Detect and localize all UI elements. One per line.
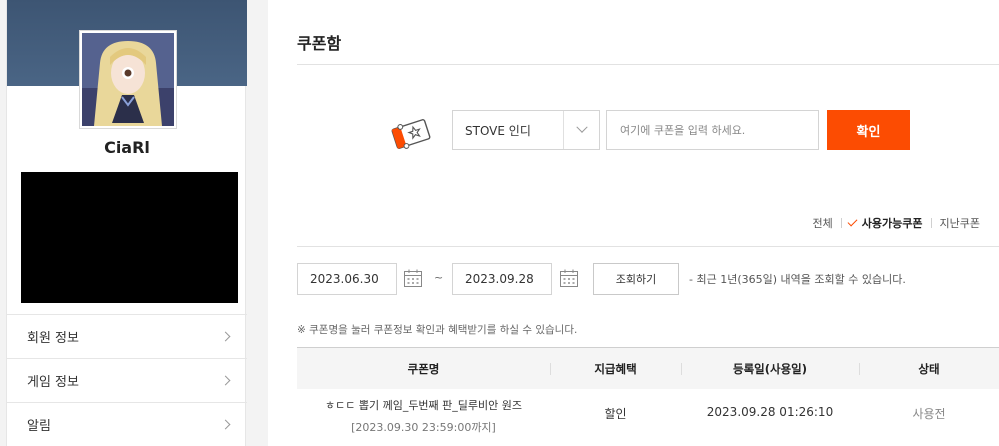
coupon-table: 쿠폰명 지급혜택 등록일(사용일) 상태 ㅎㄷㄷ 뽑기 께임_두번째 판_딜루비… bbox=[297, 347, 999, 439]
menu-item-label: 게임 정보 bbox=[27, 375, 79, 390]
tab-available-label: 사용가능쿠폰 bbox=[861, 217, 923, 230]
column-header: 등록일(사용일) bbox=[681, 361, 859, 377]
end-date-field[interactable]: 2023.09.28 bbox=[452, 263, 552, 295]
menu-item-game-info[interactable]: 게임 정보 bbox=[7, 358, 247, 402]
chevron-down-icon[interactable] bbox=[563, 111, 599, 149]
ticket-icon bbox=[391, 119, 431, 149]
search-button[interactable]: 조회하기 bbox=[593, 263, 679, 295]
search-note: - 최근 1년(365일) 내역을 조회할 수 있습니다. bbox=[689, 273, 906, 286]
divider bbox=[930, 218, 932, 228]
calendar-icon[interactable] bbox=[559, 268, 579, 288]
coupon-filter-tabs: 전체 사용가능쿠폰 지난쿠폰 bbox=[813, 215, 980, 231]
chevron-right-icon bbox=[220, 331, 231, 342]
table-header: 쿠폰명 지급혜택 등록일(사용일) 상태 bbox=[297, 347, 999, 389]
menu-item-notifications[interactable]: 알림 bbox=[7, 402, 247, 446]
profile-card: CiaRl 회원 정보 게임 정보 알림 bbox=[6, 0, 247, 446]
profile-menu: 회원 정보 게임 정보 알림 bbox=[7, 314, 247, 446]
tab-past[interactable]: 지난쿠폰 bbox=[940, 215, 980, 231]
column-header: 상태 bbox=[859, 361, 999, 377]
table-row: ㅎㄷㄷ 뽑기 께임_두번째 판_딜루비안 원즈 [2023.09.30 23:5… bbox=[297, 389, 999, 439]
tab-available[interactable]: 사용가능쿠폰 bbox=[847, 215, 923, 231]
tab-all[interactable]: 전체 bbox=[813, 215, 833, 231]
confirm-button[interactable]: 확인 bbox=[827, 110, 910, 150]
username: CiaRl bbox=[104, 138, 150, 157]
store-select[interactable]: STOVE 인디 bbox=[452, 110, 600, 150]
coupon-expiry: [2023.09.30 23:59:00까지] bbox=[351, 421, 496, 434]
coupon-name-cell[interactable]: ㅎㄷㄷ 뽑기 께임_두번째 판_딜루비안 원즈 [2023.09.30 23:5… bbox=[297, 397, 550, 435]
divider bbox=[840, 218, 842, 228]
coupon-registered-date: 2023.09.28 01:26:10 bbox=[706, 405, 834, 419]
coupon-benefit: 할인 bbox=[604, 407, 627, 421]
menu-item-member-info[interactable]: 회원 정보 bbox=[7, 314, 247, 358]
start-date-field[interactable]: 2023.06.30 bbox=[297, 263, 397, 295]
avatar[interactable] bbox=[80, 31, 176, 128]
coupon-page: 쿠폰함 STOVE 인디 확인 전체 사용가능쿠폰 지난쿠폰 2023.06.3… bbox=[297, 0, 999, 446]
coupon-code-input[interactable] bbox=[606, 110, 819, 150]
calendar-icon[interactable] bbox=[403, 268, 423, 288]
check-icon bbox=[847, 216, 858, 227]
menu-item-label: 회원 정보 bbox=[27, 331, 79, 346]
chevron-right-icon bbox=[220, 375, 231, 386]
sidebar: CiaRl 회원 정보 게임 정보 알림 bbox=[0, 0, 268, 446]
column-header: 지급혜택 bbox=[550, 361, 681, 377]
hidden-content-box bbox=[21, 172, 238, 303]
notice-text: ※ 쿠폰명을 눌러 쿠폰정보 확인과 혜택받기를 하실 수 있습니다. bbox=[297, 324, 578, 336]
status-badge: 사용전 bbox=[912, 407, 946, 421]
column-header: 쿠폰명 bbox=[407, 361, 440, 376]
divider bbox=[297, 246, 999, 247]
menu-item-label: 알림 bbox=[27, 419, 51, 434]
coupon-name[interactable]: ㅎㄷㄷ 뽑기 께임_두번째 판_딜루비안 원즈 bbox=[297, 397, 550, 413]
date-range-separator: ~ bbox=[434, 271, 444, 284]
store-select-value: STOVE 인디 bbox=[465, 123, 531, 138]
divider bbox=[297, 64, 999, 65]
page-title: 쿠폰함 bbox=[297, 34, 342, 53]
chevron-right-icon bbox=[220, 419, 231, 430]
